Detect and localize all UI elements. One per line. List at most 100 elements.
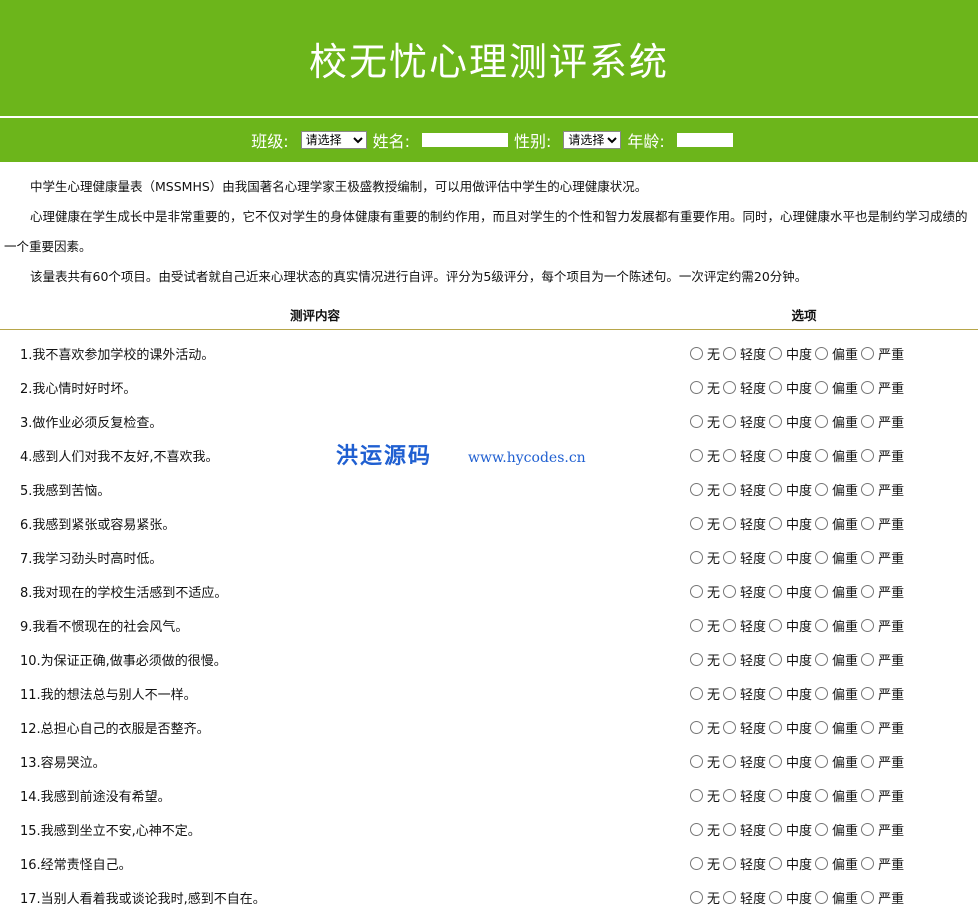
radio-button[interactable] xyxy=(723,584,737,598)
radio-button[interactable] xyxy=(723,686,737,700)
answer-option[interactable]: 偏重 xyxy=(815,514,858,533)
radio-button[interactable] xyxy=(690,346,703,360)
radio-button[interactable] xyxy=(769,822,783,836)
radio-button[interactable] xyxy=(769,618,783,632)
answer-option[interactable]: 严重 xyxy=(861,480,904,499)
radio-button[interactable] xyxy=(690,550,703,564)
radio-button[interactable] xyxy=(861,652,875,666)
radio-button[interactable] xyxy=(861,380,875,394)
answer-option[interactable]: 中度 xyxy=(769,412,812,431)
answer-option[interactable]: 严重 xyxy=(861,548,904,567)
answer-option[interactable]: 严重 xyxy=(861,344,904,363)
answer-option[interactable]: 偏重 xyxy=(815,582,858,601)
radio-button[interactable] xyxy=(690,822,703,836)
radio-button[interactable] xyxy=(769,380,783,394)
answer-option[interactable]: 严重 xyxy=(861,718,904,737)
answer-option[interactable]: 轻度 xyxy=(723,378,766,397)
answer-option[interactable]: 严重 xyxy=(861,446,904,465)
answer-option[interactable]: 严重 xyxy=(861,412,904,431)
radio-button[interactable] xyxy=(690,482,703,496)
answer-option[interactable]: 中度 xyxy=(769,514,812,533)
radio-button[interactable] xyxy=(769,550,783,564)
radio-button[interactable] xyxy=(769,856,783,870)
answer-option[interactable]: 严重 xyxy=(861,582,904,601)
answer-option[interactable]: 偏重 xyxy=(815,650,858,669)
answer-option[interactable]: 无 xyxy=(690,650,720,669)
radio-button[interactable] xyxy=(815,346,829,360)
answer-option[interactable]: 严重 xyxy=(861,378,904,397)
answer-option[interactable]: 无 xyxy=(690,344,720,363)
answer-option[interactable]: 轻度 xyxy=(723,446,766,465)
radio-button[interactable] xyxy=(723,516,737,530)
radio-button[interactable] xyxy=(861,822,875,836)
answer-option[interactable]: 无 xyxy=(690,480,720,499)
answer-option[interactable]: 偏重 xyxy=(815,446,858,465)
answer-option[interactable]: 严重 xyxy=(861,616,904,635)
radio-button[interactable] xyxy=(815,788,829,802)
age-input[interactable] xyxy=(676,133,733,147)
radio-button[interactable] xyxy=(861,550,875,564)
answer-option[interactable]: 偏重 xyxy=(815,378,858,397)
radio-button[interactable] xyxy=(815,652,829,666)
answer-option[interactable]: 轻度 xyxy=(723,684,766,703)
answer-option[interactable]: 轻度 xyxy=(723,820,766,839)
answer-option[interactable]: 无 xyxy=(690,752,720,771)
radio-button[interactable] xyxy=(769,584,783,598)
answer-option[interactable]: 偏重 xyxy=(815,854,858,873)
radio-button[interactable] xyxy=(723,346,737,360)
radio-button[interactable] xyxy=(815,890,829,904)
answer-option[interactable]: 无 xyxy=(690,616,720,635)
answer-option[interactable]: 严重 xyxy=(861,786,904,805)
answer-option[interactable]: 中度 xyxy=(769,752,812,771)
radio-button[interactable] xyxy=(769,890,783,904)
radio-button[interactable] xyxy=(690,720,703,734)
radio-button[interactable] xyxy=(815,686,829,700)
answer-option[interactable]: 中度 xyxy=(769,344,812,363)
answer-option[interactable]: 中度 xyxy=(769,446,812,465)
radio-button[interactable] xyxy=(723,754,737,768)
radio-button[interactable] xyxy=(861,686,875,700)
answer-option[interactable]: 偏重 xyxy=(815,786,858,805)
answer-option[interactable]: 严重 xyxy=(861,684,904,703)
radio-button[interactable] xyxy=(690,856,703,870)
class-select[interactable]: 请选择 xyxy=(300,131,367,149)
radio-button[interactable] xyxy=(769,346,783,360)
answer-option[interactable]: 无 xyxy=(690,854,720,873)
radio-button[interactable] xyxy=(815,550,829,564)
radio-button[interactable] xyxy=(690,754,703,768)
radio-button[interactable] xyxy=(769,720,783,734)
answer-option[interactable]: 轻度 xyxy=(723,412,766,431)
radio-button[interactable] xyxy=(769,448,783,462)
radio-button[interactable] xyxy=(815,380,829,394)
radio-button[interactable] xyxy=(769,788,783,802)
radio-button[interactable] xyxy=(815,720,829,734)
answer-option[interactable]: 无 xyxy=(690,786,720,805)
answer-option[interactable]: 无 xyxy=(690,446,720,465)
answer-option[interactable]: 严重 xyxy=(861,888,904,907)
radio-button[interactable] xyxy=(861,414,875,428)
radio-button[interactable] xyxy=(815,618,829,632)
radio-button[interactable] xyxy=(861,788,875,802)
answer-option[interactable]: 偏重 xyxy=(815,548,858,567)
answer-option[interactable]: 轻度 xyxy=(723,718,766,737)
radio-button[interactable] xyxy=(815,754,829,768)
radio-button[interactable] xyxy=(861,448,875,462)
radio-button[interactable] xyxy=(815,414,829,428)
radio-button[interactable] xyxy=(690,686,703,700)
answer-option[interactable]: 中度 xyxy=(769,548,812,567)
radio-button[interactable] xyxy=(690,618,703,632)
radio-button[interactable] xyxy=(723,652,737,666)
answer-option[interactable]: 偏重 xyxy=(815,718,858,737)
answer-option[interactable]: 中度 xyxy=(769,684,812,703)
answer-option[interactable]: 轻度 xyxy=(723,854,766,873)
answer-option[interactable]: 偏重 xyxy=(815,752,858,771)
answer-option[interactable]: 中度 xyxy=(769,718,812,737)
answer-option[interactable]: 中度 xyxy=(769,616,812,635)
answer-option[interactable]: 严重 xyxy=(861,650,904,669)
answer-option[interactable]: 偏重 xyxy=(815,684,858,703)
radio-button[interactable] xyxy=(723,550,737,564)
answer-option[interactable]: 无 xyxy=(690,412,720,431)
answer-option[interactable]: 中度 xyxy=(769,582,812,601)
radio-button[interactable] xyxy=(815,482,829,496)
answer-option[interactable]: 轻度 xyxy=(723,582,766,601)
